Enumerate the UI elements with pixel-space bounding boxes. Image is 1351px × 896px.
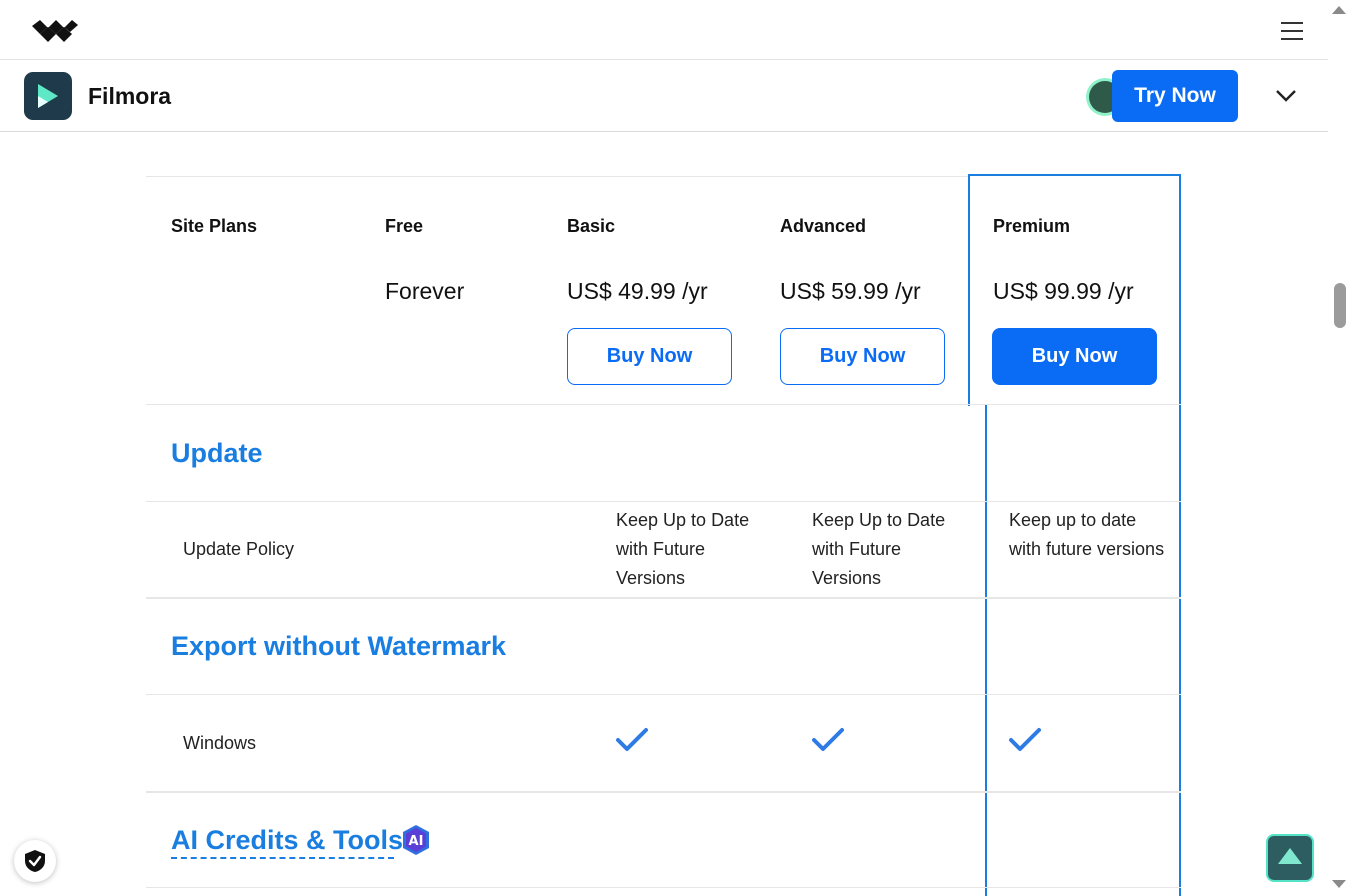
checkmark-icon: [616, 728, 648, 751]
update-policy-basic: Keep Up to Date with Future Versions: [616, 510, 750, 588]
plan-price-premium: US$ 99.99 /yr: [993, 278, 1134, 304]
svg-text:AI: AI: [409, 834, 424, 849]
plan-name-basic: Basic: [567, 216, 616, 236]
wondershare-logo-icon[interactable]: [32, 20, 78, 42]
plan-name-advanced: Advanced: [780, 216, 867, 236]
divider: [146, 404, 1181, 405]
plan-name-premium: Premium: [993, 216, 1071, 236]
try-now-button[interactable]: Try Now: [1112, 70, 1238, 122]
row-label-update-policy: Update Policy: [183, 539, 295, 559]
back-to-top-button[interactable]: [1266, 834, 1314, 882]
ai-title-underline: [171, 857, 394, 859]
checkmark-icon: [1009, 728, 1041, 751]
buy-now-premium-button[interactable]: Buy Now: [992, 328, 1157, 385]
divider: [146, 597, 1181, 599]
divider: [146, 176, 968, 177]
scroll-down-arrow-icon[interactable]: [1332, 880, 1346, 888]
filmora-logo-icon[interactable]: [24, 72, 72, 120]
shield-check-icon: [25, 850, 45, 872]
arrow-up-icon: [1278, 848, 1302, 864]
row-label-windows: Windows: [183, 733, 257, 753]
plan-price-basic: US$ 49.99 /yr: [567, 278, 708, 304]
plan-price-free: Forever: [385, 278, 465, 304]
product-bar: Filmora Try Now: [0, 61, 1328, 132]
buy-now-basic-button[interactable]: Buy Now: [567, 328, 732, 385]
checkmark-icon: [812, 728, 844, 751]
section-title-ai-credits[interactable]: AI Credits & Tools: [171, 825, 403, 856]
ai-badge-icon: AI: [403, 825, 429, 855]
divider: [146, 694, 1181, 695]
scroll-up-arrow-icon[interactable]: [1332, 6, 1346, 14]
privacy-shield-button[interactable]: [14, 840, 56, 882]
site-plans-label: Site Plans: [171, 216, 258, 236]
divider: [146, 791, 1181, 793]
hamburger-menu-icon[interactable]: [1281, 22, 1303, 42]
scrollbar-thumb[interactable]: [1334, 283, 1346, 328]
chevron-down-icon[interactable]: [1275, 87, 1297, 103]
premium-highlight-column: [985, 404, 1181, 896]
update-policy-premium: Keep up to date with future versions: [1009, 510, 1165, 559]
update-policy-advanced: Keep Up to Date with Future Versions: [812, 510, 946, 588]
buy-now-advanced-button[interactable]: Buy Now: [780, 328, 945, 385]
product-name[interactable]: Filmora: [88, 83, 171, 110]
divider: [146, 501, 1181, 502]
section-title-update: Update: [171, 438, 263, 468]
top-navigation-bar: [0, 0, 1328, 60]
plan-name-free: Free: [385, 216, 424, 236]
plan-price-advanced: US$ 59.99 /yr: [780, 278, 921, 304]
section-title-export: Export without Watermark: [171, 631, 507, 661]
scrollbar[interactable]: [1328, 0, 1351, 896]
divider: [146, 887, 1181, 888]
